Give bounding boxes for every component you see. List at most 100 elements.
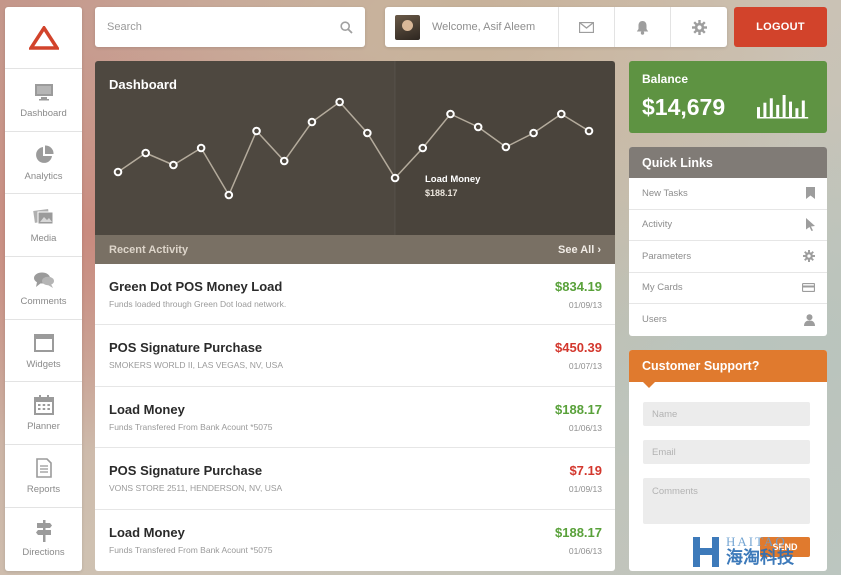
email-field[interactable] bbox=[643, 440, 810, 464]
balance-spark-baseline bbox=[757, 117, 809, 119]
activity-title: POS Signature Purchase bbox=[109, 340, 263, 356]
activity-description: Funds loaded through Green Dot load netw… bbox=[109, 299, 287, 309]
sidebar-item-label: Comments bbox=[20, 295, 67, 307]
cursor-icon bbox=[806, 218, 815, 232]
quick-link-label: New Tasks bbox=[642, 187, 688, 199]
balance-card: Balance $14,679 bbox=[629, 61, 827, 133]
sidebar-item-label: Dashboard bbox=[20, 107, 67, 119]
user-bar: Welcome, Asif Aleem bbox=[385, 7, 727, 47]
sidebar-item-media[interactable]: Media bbox=[5, 194, 82, 258]
search-input[interactable] bbox=[107, 21, 340, 33]
activity-amount: $188.17 bbox=[555, 524, 602, 540]
triangle-logo-icon bbox=[28, 25, 59, 50]
quick-link-users[interactable]: Users bbox=[629, 304, 827, 336]
pie-chart-icon bbox=[33, 144, 55, 166]
sidebar-item-label: Analytics bbox=[24, 170, 63, 182]
see-all-link[interactable]: See All › bbox=[558, 244, 601, 256]
chart-point[interactable] bbox=[224, 190, 234, 200]
activity-date: 01/07/13 bbox=[568, 361, 602, 372]
chart-point[interactable] bbox=[363, 128, 372, 138]
activity-amount: $834.19 bbox=[555, 279, 602, 294]
activity-amount: $450.39 bbox=[555, 340, 602, 356]
quick-link-label: Users bbox=[642, 314, 667, 326]
chart-point-highlighted[interactable] bbox=[390, 173, 400, 183]
activity-row[interactable]: Load Money Funds Transfered From Bank Ac… bbox=[95, 387, 615, 449]
chart-point[interactable] bbox=[501, 142, 511, 152]
notifications-button[interactable] bbox=[615, 7, 671, 47]
bell-icon bbox=[636, 20, 649, 35]
sidebar-item-analytics[interactable]: Analytics bbox=[5, 132, 82, 195]
chart-point[interactable] bbox=[279, 156, 289, 166]
balance-label: Balance bbox=[642, 72, 689, 86]
sidebar-item-directions[interactable]: Directions bbox=[5, 508, 82, 571]
gear-icon bbox=[691, 19, 707, 35]
signpost-icon bbox=[33, 520, 55, 543]
quick-link-parameters[interactable]: Parameters bbox=[629, 241, 827, 273]
comments-field[interactable] bbox=[643, 478, 810, 524]
chart-point[interactable] bbox=[307, 117, 317, 127]
search-bar bbox=[95, 7, 365, 47]
logout-button[interactable]: LOGOUT bbox=[734, 7, 827, 47]
monitor-icon bbox=[33, 81, 55, 103]
activity-title: Load Money bbox=[109, 401, 185, 417]
activity-title: POS Signature Purchase bbox=[109, 463, 263, 479]
dashboard-line-chart: Load Money $188.17 bbox=[113, 61, 615, 235]
chart-point[interactable] bbox=[141, 148, 151, 158]
avatar bbox=[395, 14, 420, 40]
sidebar-item-comments[interactable]: Comments bbox=[5, 257, 82, 320]
chart-point[interactable] bbox=[584, 126, 594, 136]
chart-point[interactable] bbox=[113, 167, 123, 177]
quick-links-title: Quick Links bbox=[629, 147, 827, 178]
chart-point[interactable] bbox=[446, 109, 455, 119]
sidebar-item-planner[interactable]: Planner bbox=[5, 382, 82, 446]
send-button[interactable]: SEND bbox=[760, 537, 810, 557]
activity-row[interactable]: Green Dot POS Money Load Funds loaded th… bbox=[95, 264, 615, 326]
sidebar-item-widgets[interactable]: Widgets bbox=[5, 320, 82, 383]
activity-row[interactable]: Load Money Funds Transfered From Bank Ac… bbox=[95, 510, 615, 571]
chart-point[interactable] bbox=[473, 122, 483, 132]
activity-date: 01/09/13 bbox=[568, 300, 602, 310]
search-icon[interactable] bbox=[340, 20, 353, 34]
settings-button[interactable] bbox=[671, 7, 727, 47]
calendar-icon bbox=[33, 394, 55, 416]
activity-description: Funds Transfered From Bank Acount *5075 bbox=[109, 544, 273, 555]
recent-activity-header: Recent Activity See All › bbox=[95, 235, 615, 264]
quick-link-activity[interactable]: Activity bbox=[629, 210, 827, 241]
activity-row[interactable]: POS Signature Purchase VONS STORE 2511, … bbox=[95, 448, 615, 510]
gear-icon bbox=[803, 250, 815, 263]
chart-point[interactable] bbox=[252, 126, 261, 136]
chart-point[interactable] bbox=[529, 128, 538, 138]
quick-link-new-tasks[interactable]: New Tasks bbox=[629, 178, 827, 210]
balance-spark-bar bbox=[757, 107, 760, 117]
name-field[interactable] bbox=[643, 402, 810, 426]
chart-point[interactable] bbox=[556, 109, 566, 119]
chart-point[interactable] bbox=[418, 143, 428, 153]
logo[interactable] bbox=[5, 7, 82, 69]
balance-spark-bar bbox=[763, 102, 767, 117]
quick-link-label: My Cards bbox=[642, 282, 683, 294]
activity-description: Funds Transfered From Bank Acount *5075 bbox=[109, 421, 273, 432]
balance-spark-bar bbox=[782, 95, 786, 117]
sidebar-item-reports[interactable]: Reports bbox=[5, 445, 82, 508]
sidebar-item-label: Planner bbox=[27, 421, 60, 433]
messages-button[interactable] bbox=[559, 7, 615, 47]
see-all-label: See All bbox=[557, 243, 595, 256]
activity-row[interactable]: POS Signature Purchase SMOKERS WORLD II,… bbox=[95, 325, 615, 387]
activity-description: SMOKERS WORLD II, LAS VEGAS, NV, USA bbox=[109, 360, 283, 371]
quick-links-panel: Quick Links New Tasks Activity Parameter… bbox=[629, 147, 827, 336]
chat-bubbles-icon bbox=[33, 269, 55, 291]
sidebar-item-label: Directions bbox=[22, 547, 65, 559]
balance-spark-bar bbox=[795, 108, 799, 117]
user-profile[interactable]: Welcome, Asif Aleem bbox=[385, 7, 559, 47]
activity-date: 01/06/13 bbox=[568, 545, 602, 556]
chart-point[interactable] bbox=[335, 97, 344, 107]
sidebar-item-dashboard[interactable]: Dashboard bbox=[5, 69, 82, 132]
customer-support-title: Customer Support? bbox=[629, 350, 827, 388]
activity-amount: $188.17 bbox=[555, 401, 602, 417]
quick-link-label: Parameters bbox=[642, 250, 692, 262]
quick-link-my-cards[interactable]: My Cards bbox=[629, 273, 827, 304]
chart-point[interactable] bbox=[196, 143, 206, 153]
balance-spark-bar bbox=[769, 98, 773, 117]
photos-icon bbox=[32, 206, 55, 228]
chart-point[interactable] bbox=[169, 160, 178, 170]
